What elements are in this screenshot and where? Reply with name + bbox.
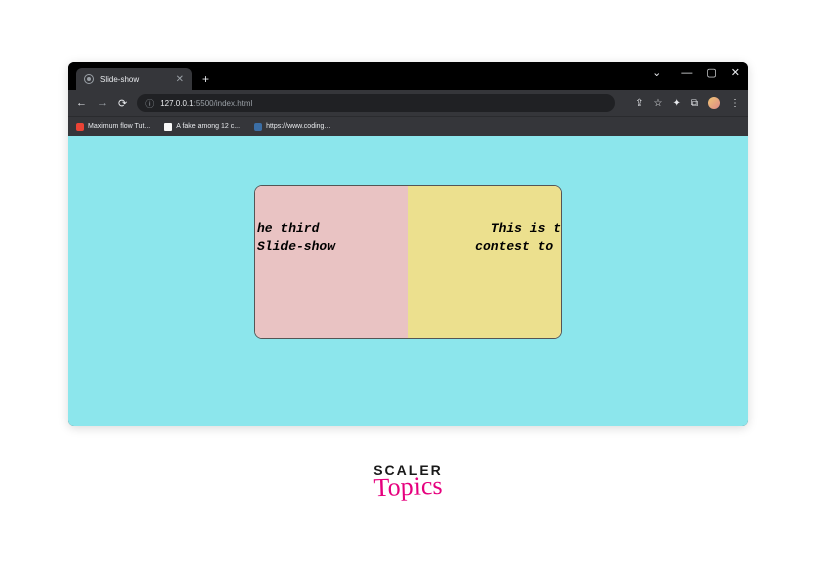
browser-tab[interactable]: Slide-show ✕: [76, 68, 192, 90]
scaler-logo: SCALER Topics: [373, 462, 443, 502]
slideshow-container: he third Slide-show This is t contest to: [254, 185, 562, 339]
address-bar[interactable]: ⓘ 127.0.0.1:5500/index.html: [137, 94, 615, 112]
share-icon[interactable]: ⇪: [635, 98, 643, 109]
tab-strip: Slide-show ✕ + ⌄ — ▢ ✕: [68, 62, 748, 90]
bookmark-icon: [254, 123, 262, 131]
menu-icon[interactable]: ⋮: [730, 98, 740, 109]
maximize-button[interactable]: ▢: [706, 66, 716, 79]
new-tab-button[interactable]: +: [202, 72, 209, 86]
slide-left-text: he third Slide-show: [255, 220, 408, 256]
puzzle-icon[interactable]: ⧉: [691, 98, 698, 109]
page-viewport: he third Slide-show This is t contest to: [68, 136, 748, 426]
extensions-icon[interactable]: ✦: [672, 98, 680, 109]
address-text: 127.0.0.1:5500/index.html: [160, 99, 252, 108]
site-info-icon[interactable]: ⓘ: [145, 97, 154, 110]
bookmark-item[interactable]: A fake among 12 c...: [164, 123, 240, 131]
profile-avatar[interactable]: [708, 97, 720, 109]
slide-right-text: This is t contest to: [408, 220, 561, 256]
toolbar-right: ⇪ ☆ ✦ ⧉ ⋮: [635, 97, 740, 109]
tab-title: Slide-show: [100, 75, 170, 84]
bookmark-item[interactable]: Maximum flow Tut...: [76, 123, 150, 131]
chevron-down-icon[interactable]: ⌄: [652, 66, 661, 79]
logo-sub: Topics: [373, 471, 444, 503]
bookmark-label: Maximum flow Tut...: [88, 123, 150, 130]
bookmarks-bar: Maximum flow Tut... A fake among 12 c...…: [68, 116, 748, 136]
close-tab-icon[interactable]: ✕: [176, 74, 184, 85]
window-controls: ⌄ — ▢ ✕: [652, 66, 740, 79]
bookmark-star-icon[interactable]: ☆: [654, 98, 663, 109]
close-window-button[interactable]: ✕: [731, 66, 740, 79]
forward-button[interactable]: →: [97, 97, 108, 109]
slide-left: he third Slide-show: [255, 186, 408, 338]
bookmark-label: A fake among 12 c...: [176, 123, 240, 130]
slide-right: This is t contest to: [408, 186, 561, 338]
back-button[interactable]: ←: [76, 97, 87, 109]
toolbar: ← → ⟳ ⓘ 127.0.0.1:5500/index.html ⇪ ☆ ✦ …: [68, 90, 748, 116]
bookmark-item[interactable]: https://www.coding...: [254, 123, 330, 131]
bookmark-icon: [164, 123, 172, 131]
bookmark-icon: [76, 123, 84, 131]
minimize-button[interactable]: —: [681, 67, 692, 79]
bookmark-label: https://www.coding...: [266, 123, 330, 130]
browser-window: Slide-show ✕ + ⌄ — ▢ ✕ ← → ⟳ ⓘ 127.0.0.1…: [68, 62, 748, 426]
tab-favicon-icon: [84, 74, 94, 84]
reload-button[interactable]: ⟳: [118, 97, 127, 110]
